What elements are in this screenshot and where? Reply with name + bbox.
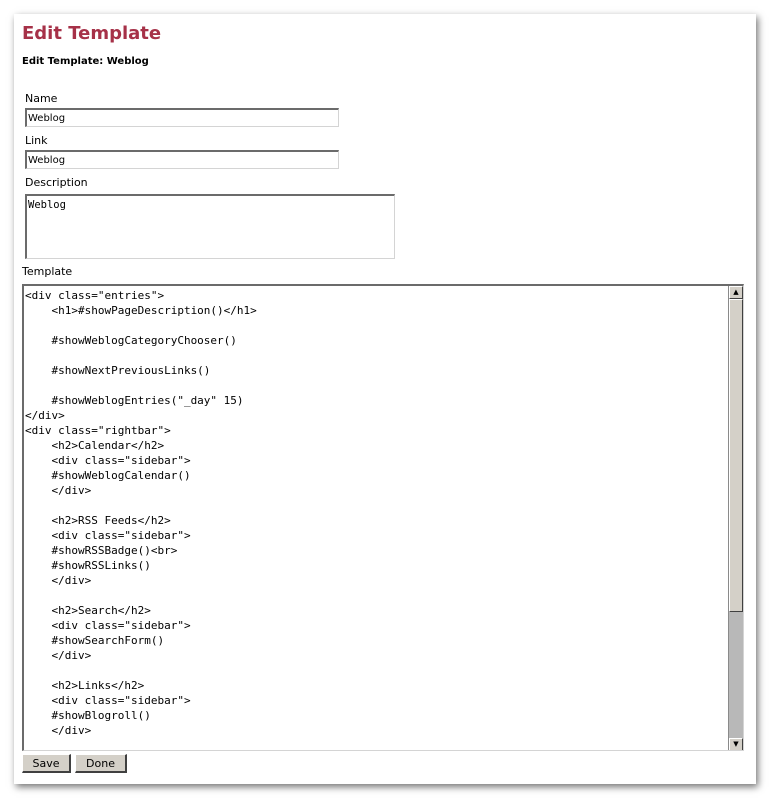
scroll-up-icon[interactable]: ▲ [729,286,743,299]
scroll-down-icon[interactable]: ▼ [729,738,743,750]
template-editor[interactable]: <div class="entries"> <h1>#showPageDescr… [22,284,744,751]
link-label: Link [25,134,48,147]
scroll-thumb[interactable] [729,299,743,612]
link-input[interactable] [25,150,339,169]
description-textarea[interactable]: Weblog [25,194,395,259]
page-subtitle: Edit Template: Weblog [22,56,149,67]
edit-template-panel: Edit Template Edit Template: Weblog Name… [14,14,756,784]
description-label: Description [25,176,88,189]
template-textarea[interactable]: <div class="entries"> <h1>#showPageDescr… [24,286,727,750]
save-button[interactable]: Save [22,754,71,773]
name-label: Name [25,92,58,105]
name-input[interactable] [25,108,339,127]
template-label: Template [22,265,73,278]
page-title: Edit Template [22,23,162,44]
template-scrollbar[interactable]: ▲ ▼ [728,286,743,750]
done-button[interactable]: Done [75,754,127,773]
